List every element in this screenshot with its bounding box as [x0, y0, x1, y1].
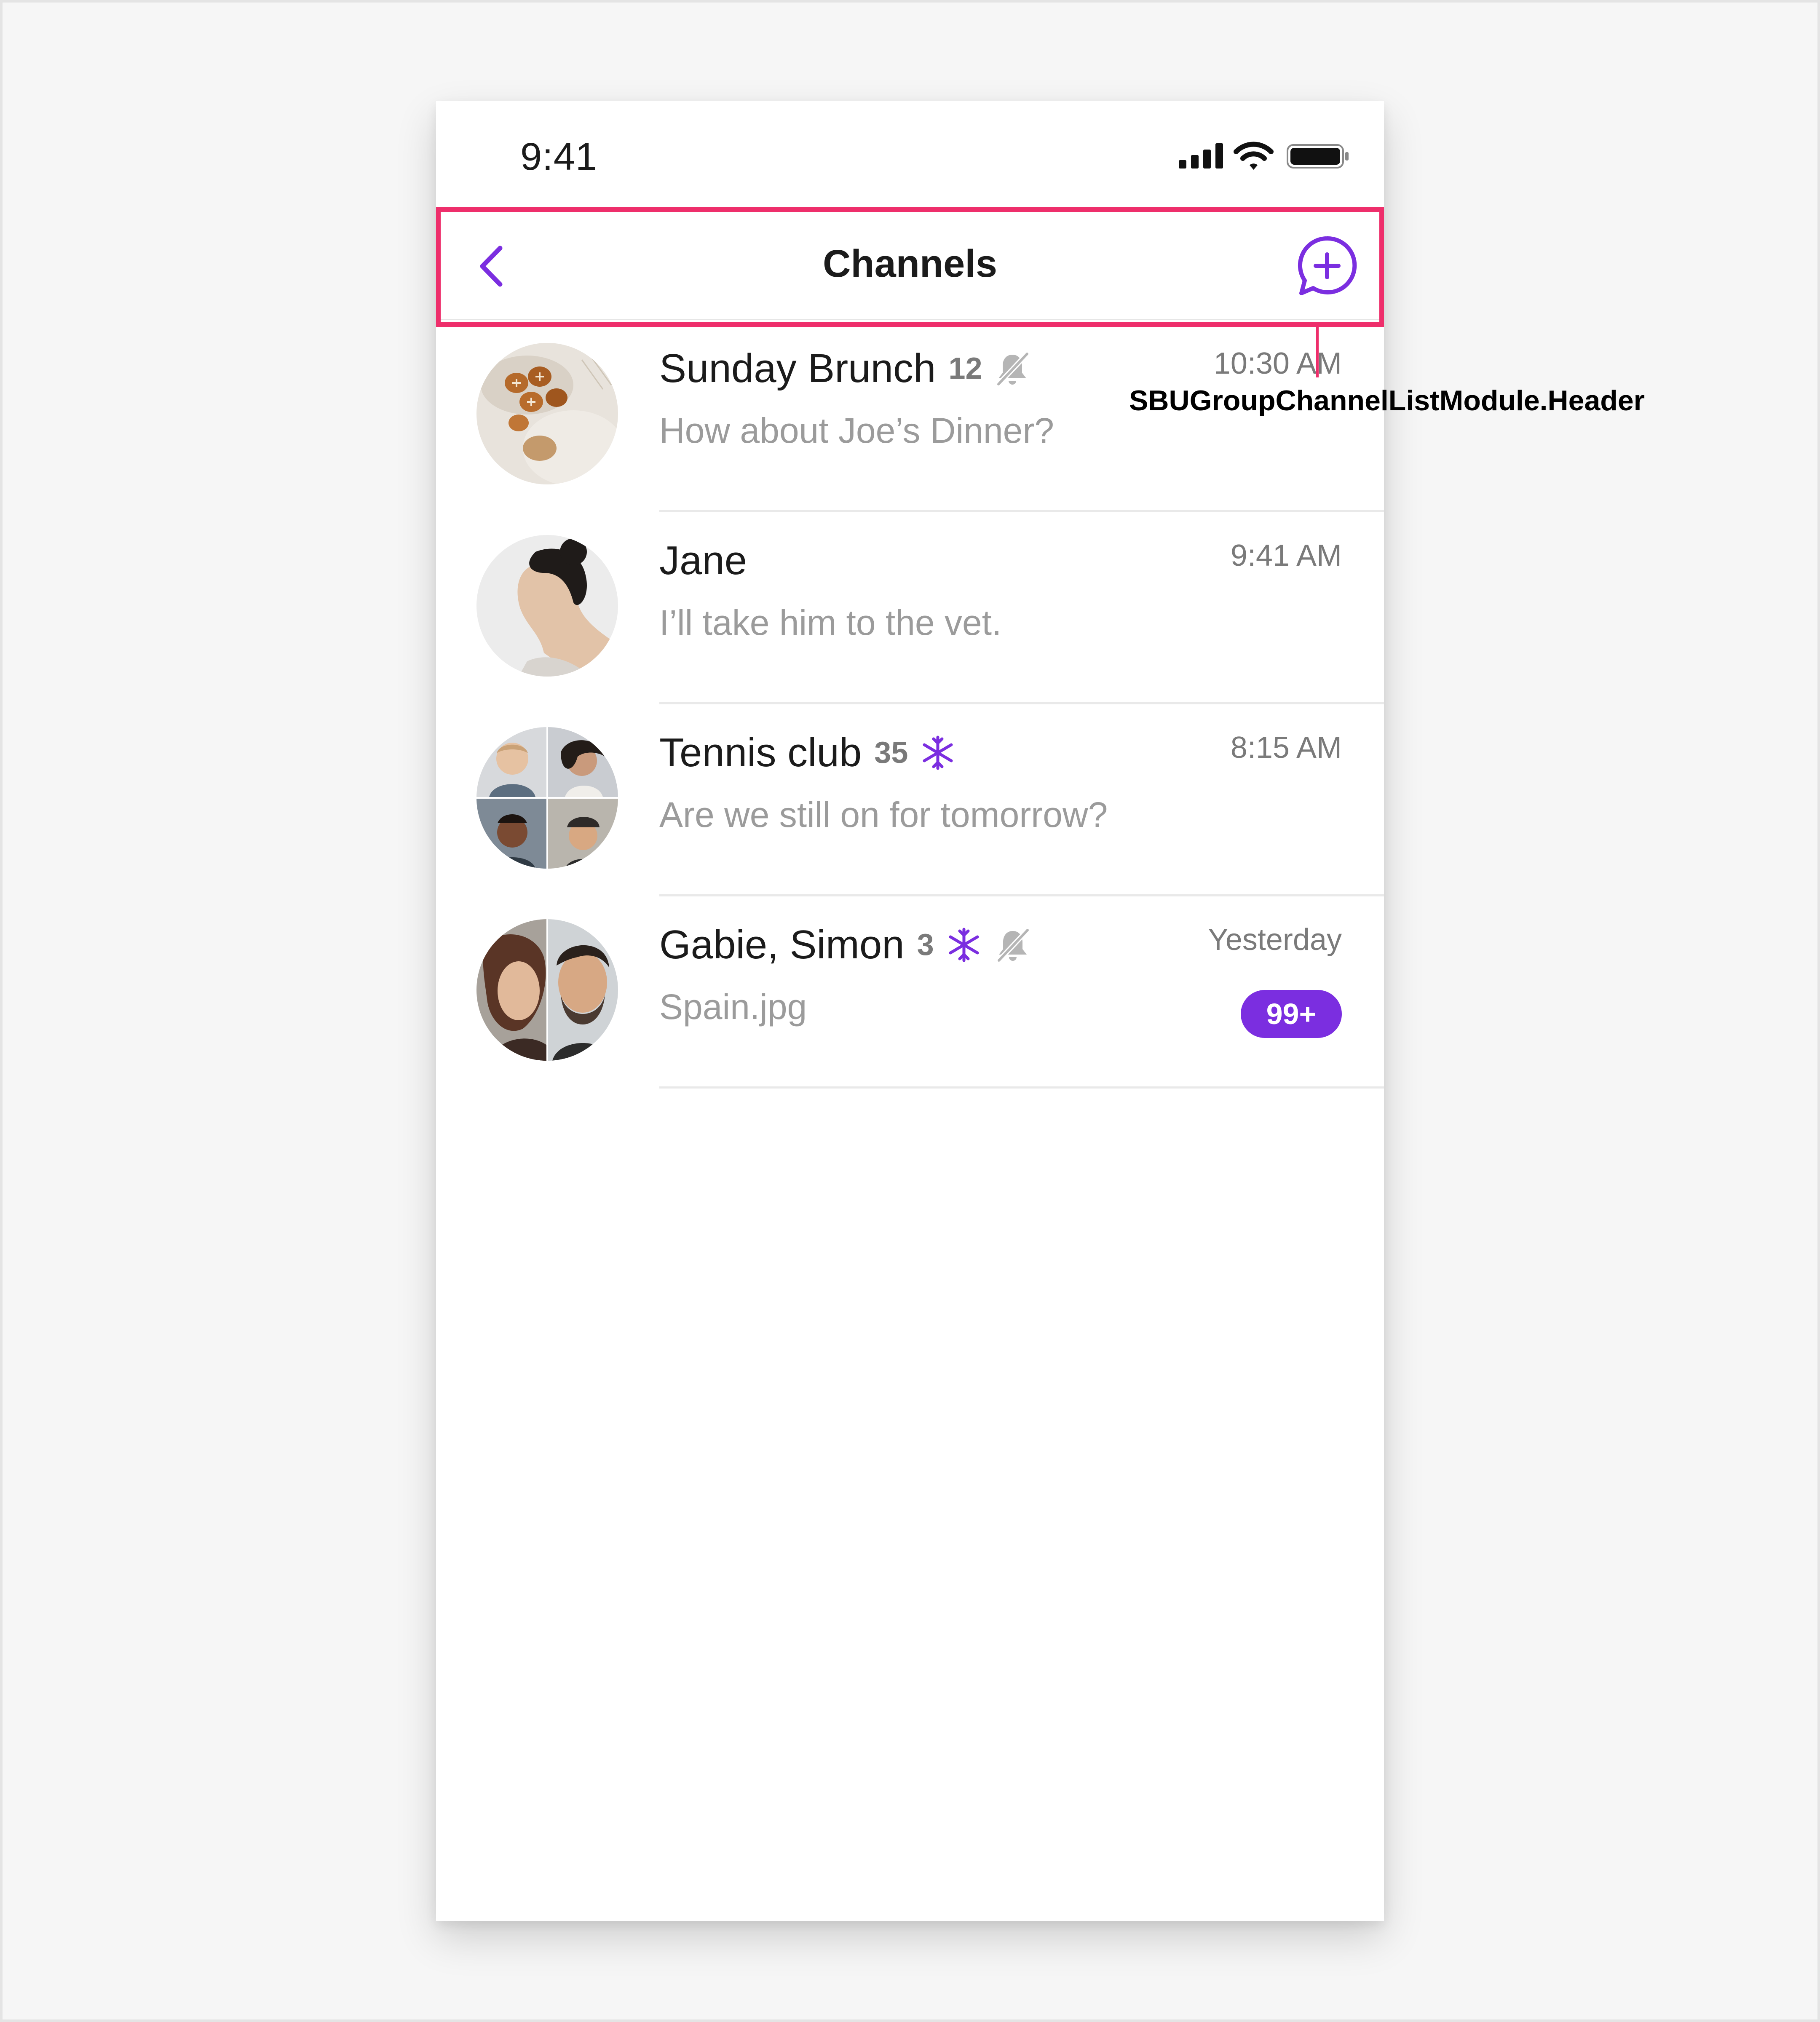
channel-row[interactable]: Tennis club 35 8:15 AM Are we still on f… — [436, 704, 1384, 896]
status-time: 9:41 — [520, 135, 598, 178]
channel-time: Yesterday — [1208, 923, 1342, 957]
channel-name: Gabie, Simon — [659, 922, 905, 967]
last-message-preview: Are we still on for tomorrow? — [659, 795, 1108, 834]
battery-icon — [1287, 144, 1349, 168]
channel-name-line: Tennis club 35 — [659, 730, 957, 776]
channel-name-line: Gabie, Simon 3 — [659, 922, 1032, 968]
channel-avatar — [476, 919, 618, 1061]
member-count: 35 — [874, 736, 908, 770]
row-divider — [659, 1086, 1384, 1089]
channel-row[interactable]: Jane 9:41 AM I’ll take him to the vet. — [436, 512, 1384, 704]
channel-avatar — [476, 535, 618, 677]
last-message-preview: Spain.jpg — [659, 987, 807, 1027]
callout-label: SBUGroupChannelListModule.Header — [1129, 385, 1645, 417]
frozen-snowflake-icon — [923, 736, 953, 770]
wifi-icon — [1234, 142, 1274, 170]
last-message-preview: How about Joe’s Dinner? — [659, 411, 1055, 450]
header-highlight-box — [436, 207, 1384, 327]
channel-avatar — [476, 727, 618, 869]
channel-name-line: Jane — [659, 538, 747, 584]
callout-leader-line — [1316, 327, 1319, 377]
channel-time: 10:30 AM — [1213, 347, 1342, 380]
unread-count-badge: 99+ — [1241, 990, 1342, 1038]
muted-bell-icon — [996, 351, 1030, 387]
channel-name: Sunday Brunch — [659, 346, 936, 391]
last-message-preview: I’ll take him to the vet. — [659, 603, 1002, 642]
channel-name: Jane — [659, 538, 747, 583]
channel-name: Tennis club — [659, 730, 862, 775]
channel-time: 8:15 AM — [1230, 731, 1342, 765]
channel-avatar — [476, 343, 618, 484]
member-count: 12 — [948, 352, 982, 385]
frozen-snowflake-icon — [949, 928, 979, 962]
channel-time: 9:41 AM — [1230, 539, 1342, 572]
channel-name-line: Sunday Brunch 12 — [659, 345, 1031, 392]
cellular-signal-icon — [1179, 143, 1223, 168]
channel-row[interactable]: Gabie, Simon 3 Yesterday Spain.jpg 99+ — [436, 896, 1384, 1089]
phone-screen: 9:41 Channels Sunday Brunch 12 10:30 AM … — [436, 101, 1384, 1921]
muted-bell-icon — [996, 928, 1030, 963]
member-count: 3 — [917, 928, 934, 962]
